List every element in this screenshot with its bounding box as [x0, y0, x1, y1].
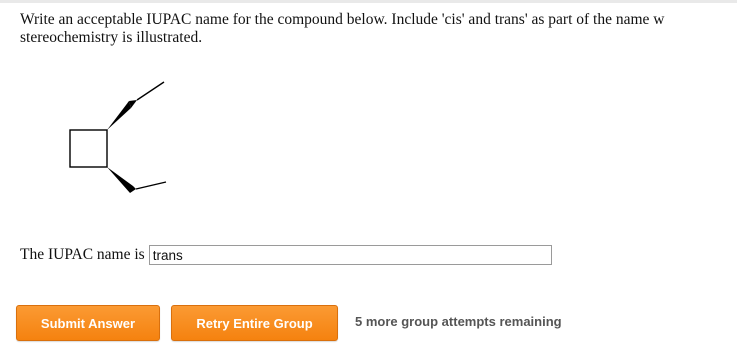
- lower-wedge-bond: [107, 167, 137, 193]
- cyclobutane-ring: [69, 129, 108, 168]
- upper-wedge-bond: [107, 101, 131, 130]
- question-line-2: stereochemistry is illustrated.: [20, 29, 203, 46]
- question-text: Write an acceptable IUPAC name for the c…: [20, 11, 737, 47]
- iupac-name-input[interactable]: [148, 245, 552, 265]
- question-line-1: Write an acceptable IUPAC name for the c…: [20, 11, 665, 28]
- attempts-remaining-text: 5 more group attempts remaining: [355, 314, 562, 329]
- answer-label: The IUPAC name is: [20, 246, 145, 263]
- answer-row: The IUPAC name is: [20, 243, 552, 267]
- molecule-structure-image: [69, 81, 167, 193]
- retry-entire-group-button[interactable]: Retry Entire Group: [171, 305, 338, 341]
- submit-answer-button[interactable]: Submit Answer: [16, 305, 160, 341]
- top-divider: [0, 0, 737, 3]
- lower-ethyl-bond: [135, 181, 167, 190]
- upper-ethyl-bond: [136, 81, 165, 101]
